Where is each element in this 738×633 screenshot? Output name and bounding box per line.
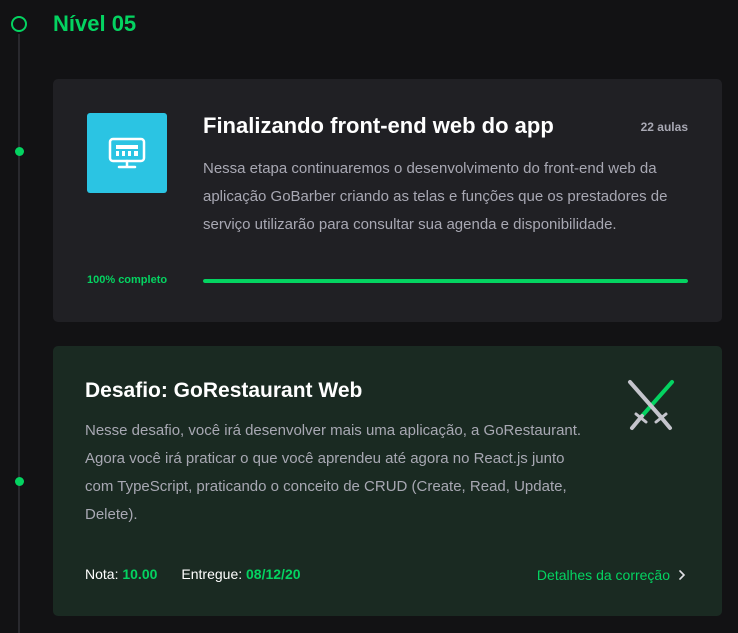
crossed-swords-icon — [620, 376, 682, 438]
timeline-line — [18, 34, 20, 633]
correction-details-link[interactable]: Detalhes da correção — [537, 567, 686, 583]
grade-value: 10.00 — [122, 566, 158, 582]
chevron-right-icon — [679, 570, 686, 580]
delivered-label: Entregue: — [181, 566, 247, 582]
progress-bar — [203, 279, 688, 283]
module-description: Nessa etapa continuaremos o desenvolvime… — [203, 160, 668, 233]
monitor-icon — [87, 113, 167, 193]
challenge-description: Nesse desafio, você irá desenvolver mais… — [85, 422, 582, 523]
level-ring-icon — [11, 16, 27, 32]
progress-fill — [203, 279, 688, 283]
delivered: Entregue: 08/12/20 — [181, 566, 300, 582]
correction-details-label: Detalhes da correção — [536, 567, 670, 583]
delivered-value: 08/12/20 — [246, 566, 301, 582]
module-card[interactable]: Finalizando front-end web do app 22 aula… — [53, 79, 722, 322]
lesson-count: 22 aulas — [640, 120, 688, 134]
grade: Nota: 10.00 — [85, 566, 157, 582]
challenge-card[interactable]: Desafio: GoRestaurant Web Nesse desafio,… — [53, 346, 722, 616]
timeline-dot — [15, 477, 24, 486]
challenge-title: Desafio: GoRestaurant Web — [85, 379, 363, 402]
challenge-meta: Nota: 10.00 Entregue: 08/12/20 — [85, 566, 301, 582]
module-title: Finalizando front-end web do app — [203, 113, 554, 138]
progress-label: 100% completo — [87, 274, 168, 286]
level-title: Nível 05 — [53, 11, 137, 36]
grade-label: Nota: — [85, 566, 123, 582]
timeline-dot — [15, 147, 24, 156]
